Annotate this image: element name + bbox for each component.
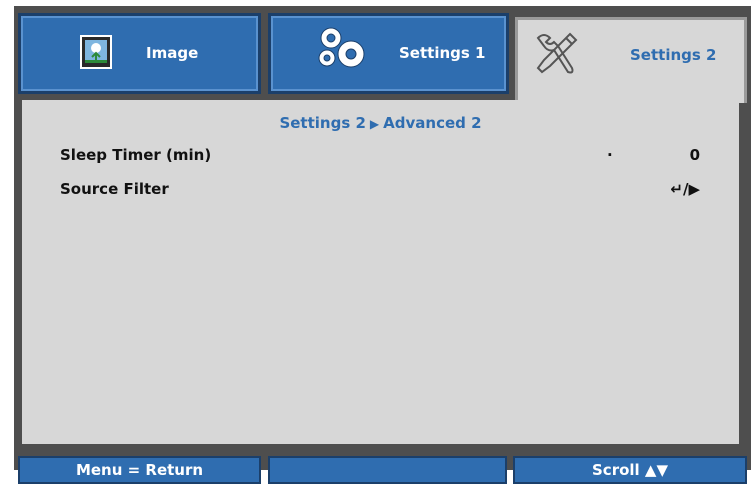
- breadcrumb-parent: Settings 2: [279, 114, 366, 132]
- breadcrumb-child: Advanced 2: [383, 114, 482, 132]
- sleep-timer-label: Sleep Timer (min): [60, 146, 212, 164]
- footer-menu-return[interactable]: Menu = Return: [18, 456, 261, 484]
- tools-icon: [530, 28, 582, 82]
- sleep-timer-value[interactable]: 0: [690, 146, 700, 164]
- menu-item-source-filter[interactable]: Source Filter ↵/▶: [60, 180, 700, 202]
- breadcrumb: Settings 2 ▶ Advanced 2: [22, 114, 739, 132]
- tab-image-label: Image: [146, 44, 199, 62]
- breadcrumb-arrow-icon: ▶: [369, 117, 380, 131]
- source-filter-label: Source Filter: [60, 180, 169, 198]
- footer-middle: [268, 456, 507, 484]
- tab-settings-1[interactable]: Settings 1: [268, 13, 509, 94]
- tab-settings-2-label: Settings 2: [630, 46, 717, 64]
- image-icon: [79, 34, 113, 74]
- menu-item-sleep-timer[interactable]: Sleep Timer (min) · 0: [60, 146, 700, 168]
- sleep-timer-marker: ·: [607, 146, 613, 164]
- footer-right-label: Scroll ▲▼: [592, 461, 668, 479]
- gears-icon: [315, 24, 369, 78]
- footer-left-label: Menu = Return: [75, 461, 204, 479]
- enter-right-icon[interactable]: ↵/▶: [670, 180, 700, 198]
- content-panel: Settings 2 ▶ Advanced 2 Sleep Timer (min) …: [22, 100, 739, 444]
- footer-scroll[interactable]: Scroll ▲▼: [513, 456, 747, 484]
- osd-menu: Image Settings 1 Settings 2 Settings 2 ▶…: [0, 0, 751, 497]
- tab-settings-1-label: Settings 1: [399, 44, 486, 62]
- tab-settings-2[interactable]: Settings 2: [515, 17, 747, 103]
- tab-image[interactable]: Image: [18, 13, 261, 94]
